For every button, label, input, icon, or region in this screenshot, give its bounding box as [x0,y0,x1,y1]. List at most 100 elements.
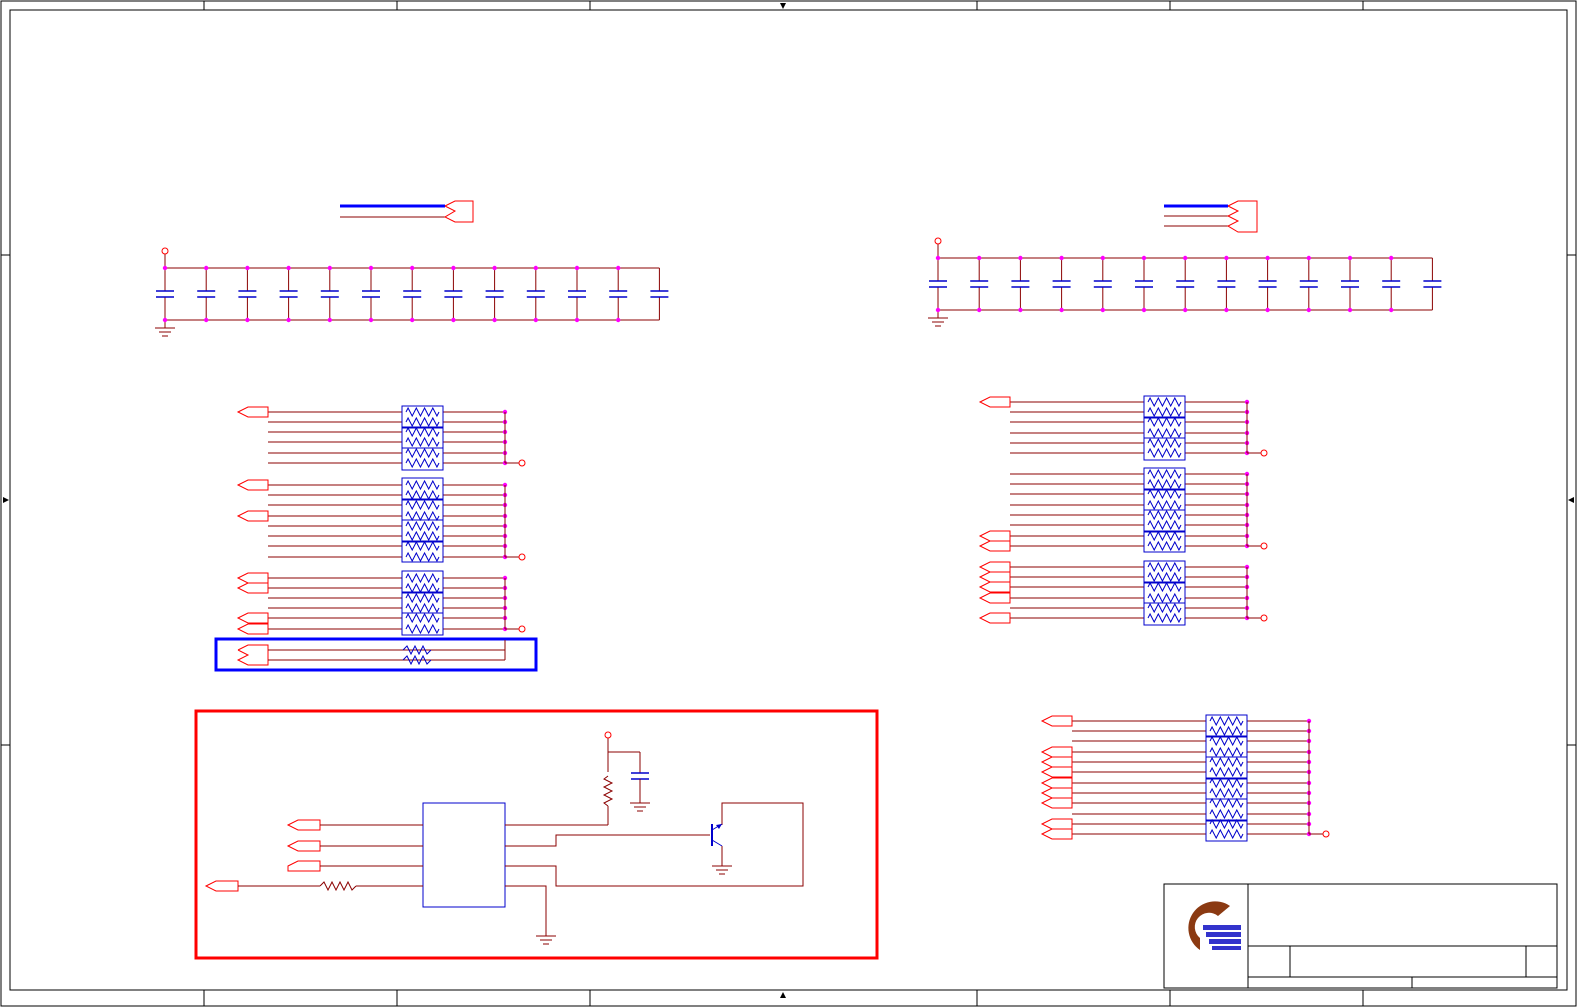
resistor-symbol [1147,530,1182,542]
capacitor [650,290,669,298]
junction-dot [245,317,250,323]
resistor-pack [401,405,444,429]
resistor-symbol [405,612,440,624]
power-pin [1260,542,1268,550]
junction-dot [451,317,456,323]
resistor-symbol [405,479,440,491]
junction-dot [327,317,332,323]
junction-dot [1306,255,1312,261]
resistor-symbol [405,582,440,594]
junction-dot [533,317,538,323]
capacitor [1052,280,1071,288]
sheet-border [0,0,1577,1007]
port-symbol [1040,746,1073,758]
capacitor [970,280,989,288]
resistor-symbol [405,572,440,584]
resistor-pack [401,540,444,563]
junction-dot [1265,307,1270,313]
junction-dot [1265,255,1270,261]
port-symbol [1040,787,1073,799]
resistor-symbol [1147,406,1182,418]
junction-dot [935,255,941,261]
ground-symbol [630,802,650,812]
resistor-symbol [1209,746,1244,758]
resistor-pack [1143,581,1186,604]
resistor-symbol [1147,468,1182,480]
resistor-symbol [405,602,440,614]
center-marks [3,3,1574,998]
resistor-symbol [405,530,440,542]
junction-dot [1347,255,1353,261]
power-pin [161,247,169,255]
resistor-symbol [1147,571,1182,583]
port-symbol [1040,766,1073,778]
junction-dot [533,265,538,271]
resistor-pack [1205,714,1248,738]
port-symbol [236,582,269,594]
power-pin [1260,449,1268,457]
resistor-symbol [602,775,614,807]
resistor-symbol [1147,519,1182,531]
port-symbol [287,860,321,872]
port-symbol [978,530,1011,542]
capacitor [1093,280,1112,288]
junction-dot [574,265,580,271]
port-symbol [978,612,1011,624]
junction-dot [492,265,497,271]
capacitor [1217,280,1236,288]
power-pin [1322,830,1330,838]
resistor-symbol [1209,787,1244,799]
resistor-symbol [1209,725,1244,737]
schematic-sheet [0,0,1577,1007]
resistor-pack [1143,488,1186,511]
junction-dot [1224,255,1229,261]
bus-left [340,200,474,223]
junction-dot [410,317,415,323]
junction-dot [1389,307,1394,313]
junction-dot [1018,307,1023,313]
capacitor [929,280,947,288]
junction-dot [935,307,941,313]
junction-dot [162,265,168,271]
resistor-symbol [405,489,440,501]
port-symbol [1040,756,1073,768]
resistor-symbol [1147,509,1182,521]
decoupling-bank-left [155,247,669,337]
junction-dot [574,317,580,323]
ground-symbol [712,865,732,875]
resistor-pack [1205,735,1248,758]
resistor-symbol [405,520,440,532]
junction-dot [245,265,250,271]
junction-dot [286,317,291,323]
resistor-symbol [405,457,440,469]
junction-dot [1306,307,1312,313]
port-symbol [978,561,1011,573]
rnet-right [978,395,1268,626]
resistor-symbol [405,540,440,552]
resistor-symbol [1147,592,1182,604]
port-symbol [236,406,269,418]
resistor-symbol [1209,808,1244,820]
port-symbol [1040,828,1073,840]
port-symbol [1040,797,1073,809]
company-logo [1188,901,1241,950]
resistor-symbol [405,447,440,459]
resistor-pack [1143,395,1186,419]
junction-dot [162,317,168,323]
junction-dot [1389,255,1394,261]
capacitor [485,290,504,298]
port-symbol [1040,777,1073,789]
junction-dot [1141,307,1147,313]
capacitor [197,290,216,298]
port-symbol [236,479,269,491]
capacitor [279,290,298,298]
junction-dot [1018,255,1023,261]
port-symbol [978,396,1011,408]
junction-dot [1224,307,1229,313]
resistor-symbol [1209,715,1244,727]
junction-dot [286,265,291,271]
junction-dot [1347,307,1353,313]
port-symbol [204,880,239,892]
capacitor [1135,280,1153,288]
blue-highlight-box [214,637,538,672]
